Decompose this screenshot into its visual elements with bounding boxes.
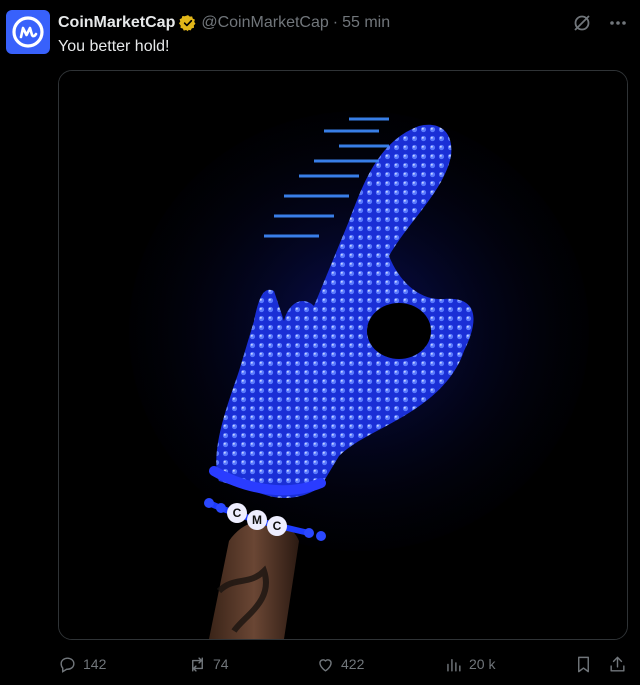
more-options-icon[interactable] <box>608 13 628 33</box>
timestamp[interactable]: 55 min <box>342 14 390 32</box>
share-button[interactable] <box>608 655 627 674</box>
bracelet-letter: C <box>273 519 282 533</box>
grok-icon[interactable] <box>572 13 592 33</box>
bracelet-letter: C <box>233 506 242 520</box>
views-chart-icon <box>447 658 461 672</box>
views-count: 20 k <box>469 656 496 672</box>
reply-count: 142 <box>83 656 107 672</box>
heart-icon <box>319 658 332 672</box>
verified-badge-icon[interactable] <box>179 14 197 32</box>
repost-count: 74 <box>213 656 229 672</box>
views-button[interactable]: 20 k <box>444 655 495 674</box>
repost-icon <box>192 656 203 672</box>
avatar[interactable] <box>6 10 50 54</box>
like-count: 422 <box>341 656 365 672</box>
reply-icon <box>60 656 75 673</box>
repost-button[interactable]: 74 <box>188 655 229 674</box>
bookmark-button[interactable] <box>574 655 593 674</box>
tweet-header: CoinMarketCap @CoinMarketCap · 55 min <box>58 12 628 34</box>
like-button[interactable]: 422 <box>316 655 364 674</box>
tweet-actions: 142 74 422 20 k <box>58 652 628 676</box>
glove-ok-hand-image: C M C <box>59 71 627 639</box>
separator-dot: · <box>332 14 339 31</box>
bookmark-icon <box>578 656 589 672</box>
bracelet-letter: M <box>252 513 262 527</box>
share-icon <box>610 656 625 672</box>
tweet-image[interactable]: C M C <box>58 70 628 640</box>
author-name[interactable]: CoinMarketCap <box>58 14 175 32</box>
reply-button[interactable]: 142 <box>58 655 106 674</box>
tweet-text: You better hold! <box>58 38 170 55</box>
coinmarketcap-logo-icon <box>12 16 44 48</box>
author-handle[interactable]: @CoinMarketCap <box>201 14 328 32</box>
